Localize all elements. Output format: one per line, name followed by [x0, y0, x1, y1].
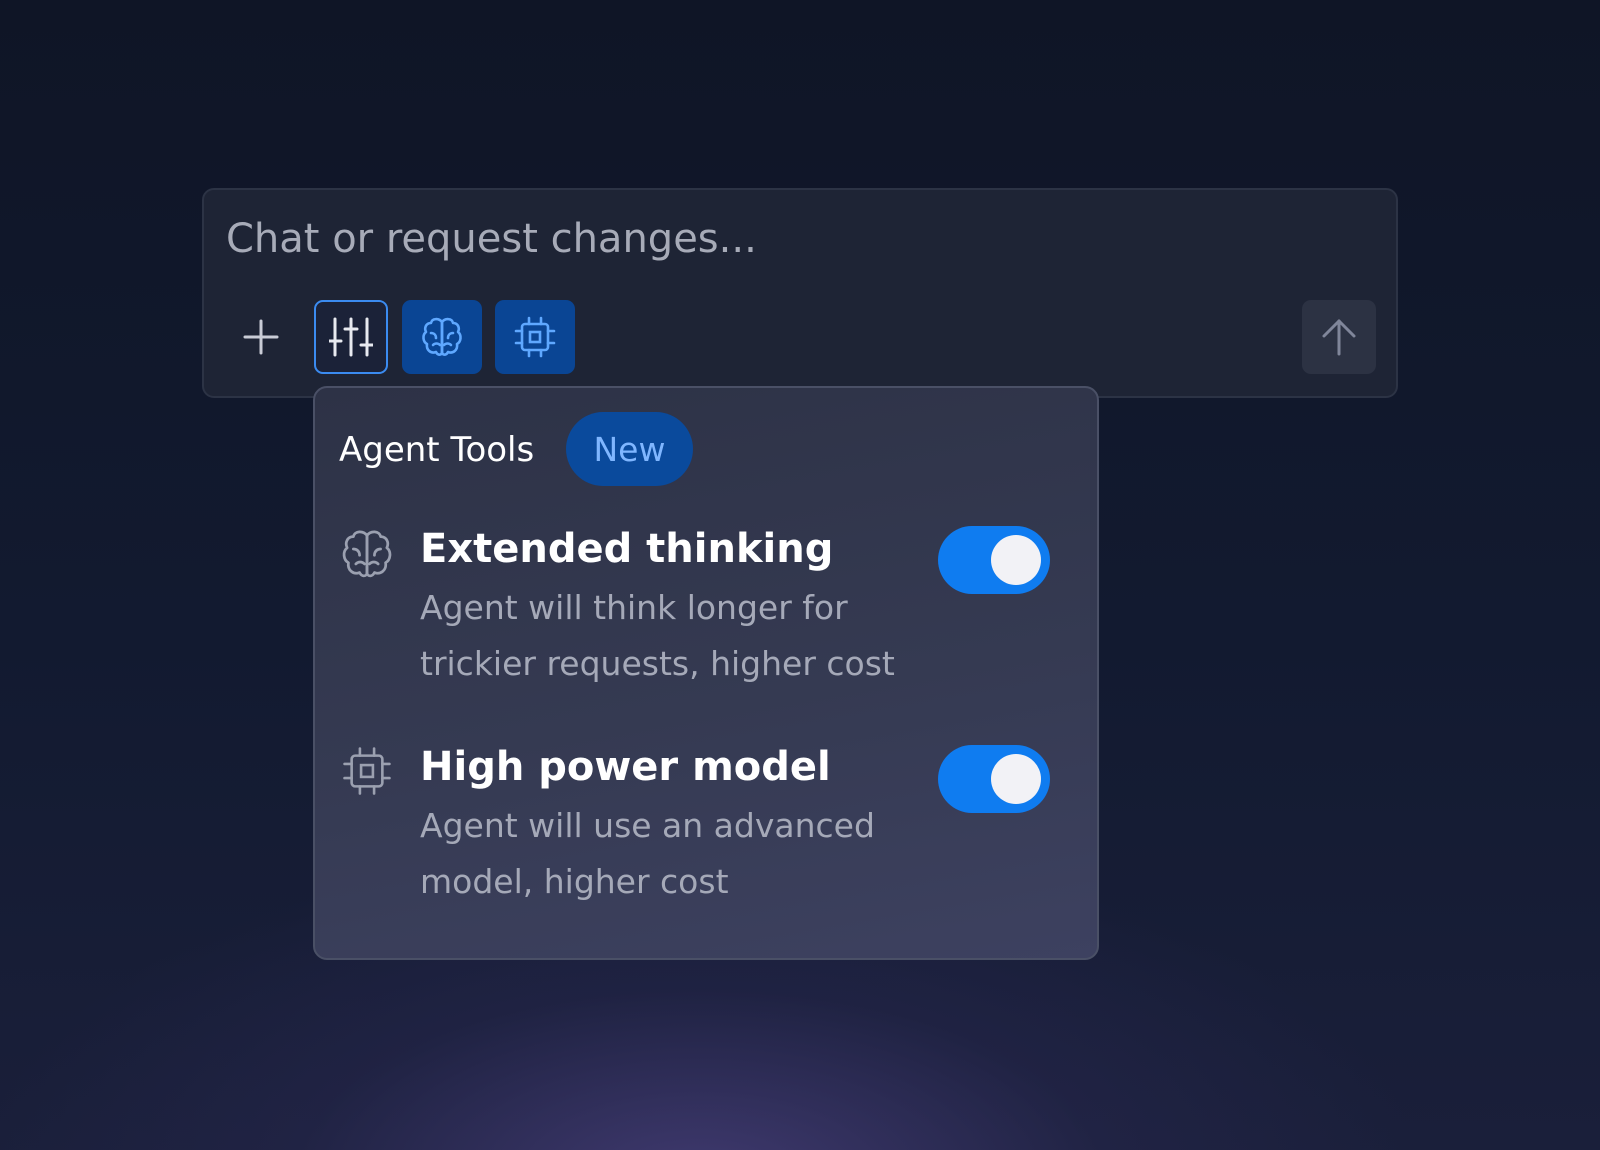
high-power-model-toggle[interactable]	[938, 745, 1050, 813]
option-description: Agent will think longer for trickier req…	[420, 588, 895, 683]
send-button[interactable]	[1302, 300, 1376, 374]
high-power-model-button[interactable]	[495, 300, 575, 374]
popover-title: Agent Tools	[339, 430, 535, 470]
option-title: High power model	[420, 744, 831, 790]
option-title: Extended thinking	[420, 526, 834, 572]
extended-thinking-toggle[interactable]	[938, 526, 1050, 594]
add-button[interactable]	[224, 300, 298, 374]
sliders-icon	[329, 317, 373, 357]
chat-input[interactable]	[226, 216, 1126, 262]
brain-icon	[422, 317, 462, 356]
chip-icon	[514, 316, 556, 358]
chip-icon	[343, 747, 391, 795]
new-badge: New	[566, 412, 693, 486]
option-description: Agent will use an advanced model, higher…	[420, 806, 875, 901]
brain-icon	[342, 530, 392, 578]
extended-thinking-button[interactable]	[402, 300, 482, 374]
toggle-knob	[991, 754, 1041, 804]
plus-icon	[243, 319, 279, 355]
chat-composer	[202, 188, 1398, 398]
toggle-knob	[991, 535, 1041, 585]
arrow-up-icon	[1322, 319, 1356, 356]
agent-tools-button[interactable]	[314, 300, 388, 374]
agent-tools-popover: Agent Tools New Extended thinking Agent …	[313, 386, 1099, 960]
